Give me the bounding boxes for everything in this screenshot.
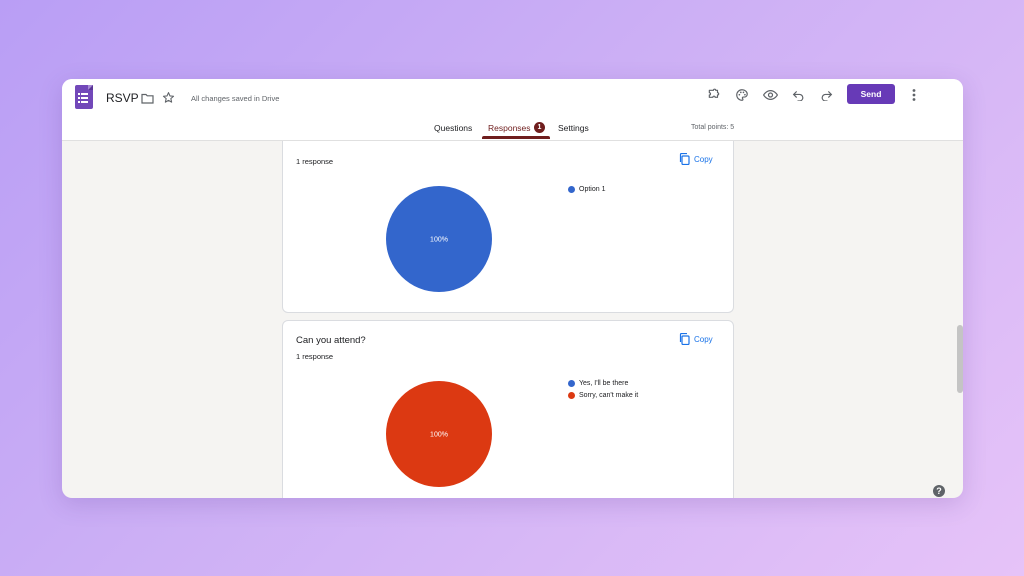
legend-item: Sorry, can't make it xyxy=(568,391,638,399)
redo-icon[interactable] xyxy=(818,87,834,103)
copy-icon xyxy=(679,153,690,165)
undo-icon[interactable] xyxy=(790,87,806,103)
response-count: 1 response xyxy=(296,352,334,361)
copy-chart-button[interactable]: Copy xyxy=(679,153,713,165)
legend-label: Yes, I'll be there xyxy=(579,379,629,387)
response-summary-card: 1 response Copy 100% Option 1 xyxy=(282,141,734,313)
app-window: RSVP All changes saved in Drive Send Que… xyxy=(62,79,963,498)
pie-chart: 100% xyxy=(386,381,492,487)
active-tab-indicator xyxy=(482,136,550,139)
pie-data-label: 100% xyxy=(430,237,448,244)
addon-puzzle-icon[interactable] xyxy=(706,87,722,103)
question-title: Can you attend? xyxy=(296,335,366,346)
chart-legend: Option 1 xyxy=(568,185,605,197)
copy-label: Copy xyxy=(694,334,713,344)
tab-questions[interactable]: Questions xyxy=(434,123,472,133)
response-count: 1 response xyxy=(296,157,334,166)
forms-logo-icon[interactable] xyxy=(75,85,93,109)
copy-label: Copy xyxy=(694,154,713,164)
copy-chart-button[interactable]: Copy xyxy=(679,333,713,345)
pie-data-label: 100% xyxy=(430,432,448,439)
form-title[interactable]: RSVP xyxy=(106,91,139,105)
responses-count-badge: 1 xyxy=(534,122,545,133)
legend-swatch xyxy=(568,379,575,387)
question-card-can-you-attend: Can you attend? 1 response Copy 100% Yes… xyxy=(282,320,734,498)
star-icon[interactable] xyxy=(161,90,175,104)
preview-eye-icon[interactable] xyxy=(762,87,778,103)
header-bar: RSVP All changes saved in Drive Send Que… xyxy=(62,79,963,141)
tab-settings[interactable]: Settings xyxy=(558,123,589,133)
folder-icon[interactable] xyxy=(140,91,154,105)
copy-icon xyxy=(679,333,690,345)
save-status: All changes saved in Drive xyxy=(191,94,280,103)
pie-chart: 100% xyxy=(386,186,492,292)
legend-item: Yes, I'll be there xyxy=(568,379,638,387)
legend-label: Option 1 xyxy=(579,185,606,193)
legend-swatch xyxy=(568,185,575,193)
legend-label: Sorry, can't make it xyxy=(579,391,639,399)
tab-responses[interactable]: Responses xyxy=(488,123,531,133)
legend-item: Option 1 xyxy=(568,185,605,193)
chart-legend: Yes, I'll be there Sorry, can't make it xyxy=(568,379,638,403)
help-icon[interactable]: ? xyxy=(933,485,945,497)
palette-icon[interactable] xyxy=(734,87,750,103)
legend-swatch xyxy=(568,391,575,399)
scrollbar-thumb[interactable] xyxy=(957,325,963,393)
send-button[interactable]: Send xyxy=(847,84,895,104)
more-vert-icon[interactable] xyxy=(907,87,921,103)
total-points: Total points: 5 xyxy=(691,124,735,131)
